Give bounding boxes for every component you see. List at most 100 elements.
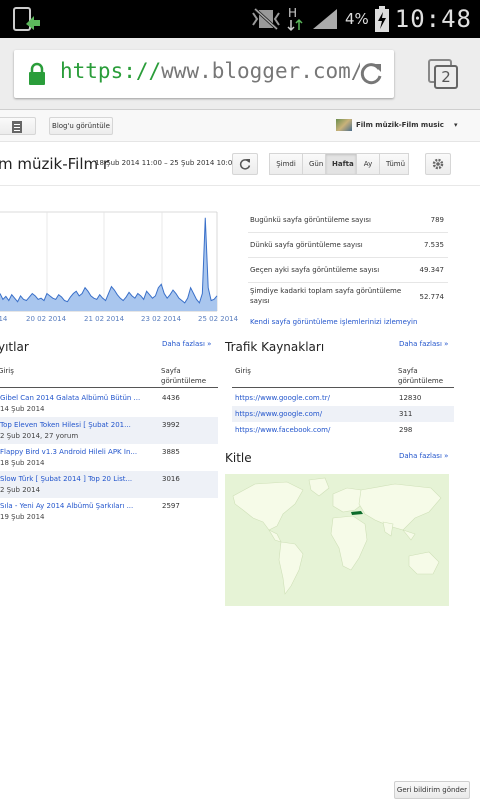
chart-x-tick-label: 014: [0, 315, 8, 323]
stat-label: Bugünkü sayfa görüntüleme sayısı: [250, 216, 371, 224]
range-day[interactable]: Gün: [302, 153, 326, 175]
signal-icon: [312, 9, 337, 29]
stat-label: Geçen ayki sayfa görüntüleme sayısı: [250, 266, 380, 274]
chart-area: [0, 217, 217, 311]
document-list-icon: [12, 121, 22, 133]
send-feedback-button[interactable]: Geri bildirim gönder: [394, 781, 470, 799]
blog-selector[interactable]: Film müzik-Film music ▾: [336, 119, 457, 131]
url-scheme: https://: [60, 59, 162, 83]
post-views: 3016: [162, 475, 180, 483]
post-views: 3885: [162, 448, 180, 456]
post-views: 2597: [162, 502, 180, 510]
blog-name: Film müzik-Film music: [356, 121, 444, 129]
posts-col-entry: Giriş: [0, 367, 14, 375]
chart-x-tick-label: 25 02 2014: [198, 315, 239, 323]
traffic-views: 311: [399, 410, 413, 418]
posts-section-title: yıtlar: [0, 340, 29, 354]
range-month[interactable]: Ay: [356, 153, 380, 175]
post-title-link[interactable]: Slow Türk [ Şubat 2014 ] Top 20 List...: [0, 475, 140, 483]
blog-thumbnail: [336, 119, 352, 131]
traffic-views: 298: [399, 426, 413, 434]
traffic-source-link[interactable]: https://www.google.com/: [235, 410, 322, 418]
stat-value: 49.347: [419, 266, 445, 274]
table-row: Flappy Bird v1.3 Android Hileli APK İn..…: [0, 444, 218, 471]
stat-label: Dünkü sayfa görüntüleme sayısı: [250, 241, 363, 249]
pageviews-chart: 014 20 02 2014 21 02 2014 23 02 2014 25 02 2…: [0, 211, 239, 323]
stat-value: 52.774: [419, 293, 445, 301]
status-icons: H 4% 10:48: [251, 0, 472, 38]
divider: [232, 387, 454, 388]
traffic-table: https://www.google.com.tr/ 12830 https:/…: [232, 390, 454, 438]
post-title-link[interactable]: Sıla - Yeni Ay 2014 Albümü Şarkıları ...: [0, 502, 140, 510]
stat-label: Şimdiye kadarki toplam sayfa görüntüleme…: [250, 287, 402, 305]
post-meta: 18 Şub 2014: [0, 459, 45, 467]
post-views: 4436: [162, 394, 180, 402]
post-views: 3992: [162, 421, 180, 429]
chart-x-tick-label: 21 02 2014: [84, 315, 125, 323]
tabs-button[interactable]: 2: [426, 58, 460, 92]
gear-icon: [432, 158, 444, 170]
dropdown-arrow-icon: ▾: [453, 121, 458, 129]
url-text: https://www.blogger.com/b: [60, 59, 360, 83]
traffic-source-link[interactable]: https://www.google.com.tr/: [235, 394, 330, 402]
network-h-icon: H: [287, 6, 303, 32]
post-title-link[interactable]: Flappy Bird v1.3 Android Hileli APK İn..…: [0, 448, 140, 456]
status-bar: H 4% 10:48: [0, 0, 480, 38]
view-blog-button[interactable]: Blog'u görüntüle: [49, 117, 113, 135]
vibrate-icon: [252, 7, 280, 31]
traffic-more-link[interactable]: Daha fazlası »: [399, 340, 448, 348]
table-row: Slow Türk [ Şubat 2014 ] Top 20 List... …: [0, 471, 218, 498]
screenshot-notification-icon: [13, 7, 40, 31]
tab-count: 2: [434, 65, 458, 89]
stat-value: 7.535: [423, 241, 444, 249]
stat-row: Dünkü sayfa görüntüleme sayısı 7.535: [248, 233, 448, 258]
chart-x-tick-label: 20 02 2014: [26, 315, 67, 323]
audience-more-link[interactable]: Daha fazlası »: [399, 452, 448, 460]
traffic-source-link[interactable]: https://www.facebook.com/: [235, 426, 330, 434]
table-row: Sıla - Yeni Ay 2014 Albümü Şarkıları ...…: [0, 498, 218, 525]
settings-button[interactable]: [425, 153, 451, 175]
table-row: https://www.google.com.tr/ 12830: [232, 390, 454, 406]
traffic-section-title: Trafik Kaynakları: [225, 340, 325, 354]
posts-more-link[interactable]: Daha fazlası »: [162, 340, 211, 348]
posts-table: Gibel Can 2014 Galata Albümü Bütün ... 1…: [0, 390, 218, 525]
stat-row: Şimdiye kadarki toplam sayfa görüntüleme…: [248, 283, 448, 311]
date-range: 18 Şub 2014 11:00 – 25 Şub 2014 10:00: [95, 159, 237, 167]
refresh-button[interactable]: [232, 153, 258, 175]
table-row: Top Eleven Token Hilesi [ Şubat 201... 2…: [0, 417, 218, 444]
stats-header: m müzik-Film r 18 Şub 2014 11:00 – 25 Şu…: [0, 142, 480, 186]
post-title-link[interactable]: Top Eleven Token Hilesi [ Şubat 201...: [0, 421, 140, 429]
pageview-stats: Bugünkü sayfa görüntüleme sayısı 789 Dün…: [248, 208, 448, 311]
clock: 10:48: [394, 5, 472, 33]
battery-charging-icon: [374, 6, 389, 32]
traffic-col-entry: Giriş: [235, 367, 251, 375]
post-title-link[interactable]: Gibel Can 2014 Galata Albümü Bütün ...: [0, 394, 140, 402]
posts-list-button[interactable]: [0, 117, 36, 135]
range-week[interactable]: Hafta: [325, 153, 357, 175]
reload-icon[interactable]: [358, 61, 384, 87]
post-meta: 14 Şub 2014: [0, 405, 45, 413]
browser-toolbar: https://www.blogger.com/b 2: [0, 38, 480, 110]
divider: [0, 387, 218, 388]
stat-row: Bugünkü sayfa görüntüleme sayısı 789: [248, 208, 448, 233]
table-row: https://www.google.com/ 311: [232, 406, 454, 422]
url-path: www.blogger.com/b: [161, 59, 360, 83]
manage-tracking-link[interactable]: Kendi sayfa görüntüleme işlemlerinizi iz…: [250, 318, 417, 326]
url-field[interactable]: https://www.blogger.com/b: [14, 50, 394, 98]
table-row: https://www.facebook.com/ 298: [232, 422, 454, 438]
post-meta: 19 Şub 2014: [0, 513, 45, 521]
chart-line: [0, 217, 218, 304]
range-all[interactable]: Tümü: [379, 153, 409, 175]
range-now[interactable]: Şimdi: [269, 153, 303, 175]
audience-world-map: [225, 474, 449, 606]
stat-row: Geçen ayki sayfa görüntüleme sayısı 49.3…: [248, 258, 448, 283]
range-selector: Şimdi Gün Hafta Ay Tümü: [269, 153, 409, 175]
chart-x-tick-label: 23 02 2014: [141, 315, 182, 323]
refresh-icon: [239, 159, 251, 170]
battery-percent: 4%: [344, 10, 369, 28]
svg-text:H: H: [288, 6, 297, 20]
blogger-topbar: Blog'u görüntüle Film müzik-Film music ▾: [0, 110, 480, 142]
traffic-col-views: Sayfa görüntüleme: [398, 367, 444, 385]
audience-section-title: Kitle: [225, 451, 252, 465]
post-meta: 2 Şub 2014, 27 yorum: [0, 432, 79, 440]
